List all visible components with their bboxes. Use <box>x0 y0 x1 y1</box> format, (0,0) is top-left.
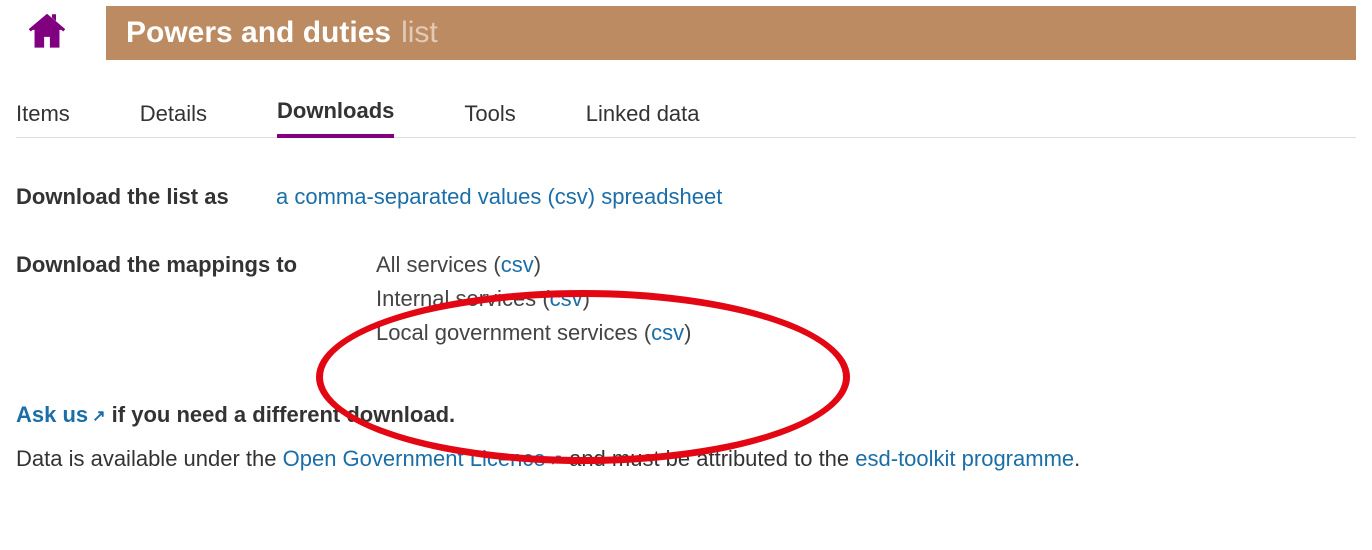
tab-items[interactable]: Items <box>16 101 70 137</box>
mapping-item: Local government services (csv) <box>376 316 691 350</box>
esd-link[interactable]: esd-toolkit programme <box>855 446 1074 471</box>
attribution-line: Data is available under the Open Governm… <box>16 446 1356 472</box>
tab-tools[interactable]: Tools <box>464 101 515 137</box>
download-list-label: Download the list as <box>16 180 276 214</box>
mapping-name: Internal services <box>376 286 536 311</box>
downloads-section: Download the list as a comma-separated v… <box>16 180 1356 350</box>
tab-linked-data[interactable]: Linked data <box>586 101 700 137</box>
mapping-csv-link[interactable]: csv <box>550 286 583 311</box>
mapping-name: Local government services <box>376 320 638 345</box>
mapping-csv-link[interactable]: csv <box>651 320 684 345</box>
tab-details[interactable]: Details <box>140 101 207 137</box>
external-link-icon: ↗ <box>546 452 563 469</box>
mapping-csv-link[interactable]: csv <box>501 252 534 277</box>
tabs: Items Details Downloads Tools Linked dat… <box>16 98 1356 138</box>
page-header: Powers and duties list <box>16 0 1356 60</box>
tab-downloads[interactable]: Downloads <box>277 98 394 138</box>
page-subtitle: list <box>401 16 438 50</box>
ogl-link[interactable]: Open Government Licence↗ <box>283 446 563 471</box>
download-csv-link[interactable]: a comma-separated values (csv) spreadshe… <box>276 184 722 209</box>
download-mappings-label: Download the mappings to <box>16 248 376 282</box>
mapping-item: All services (csv) <box>376 248 691 282</box>
mapping-name: All services <box>376 252 487 277</box>
mappings-list: All services (csv) Internal services (cs… <box>376 248 691 350</box>
mapping-item: Internal services (csv) <box>376 282 691 316</box>
external-link-icon: ↗ <box>88 408 105 425</box>
ask-line: Ask us↗ if you need a different download… <box>16 402 1356 428</box>
page-title: Powers and duties <box>126 16 391 50</box>
home-icon[interactable] <box>16 6 78 60</box>
download-list-row: Download the list as a comma-separated v… <box>16 180 1356 214</box>
title-bar: Powers and duties list <box>106 6 1356 60</box>
download-mappings-row: Download the mappings to All services (c… <box>16 248 1356 350</box>
ask-us-link[interactable]: Ask us↗ <box>16 402 106 427</box>
